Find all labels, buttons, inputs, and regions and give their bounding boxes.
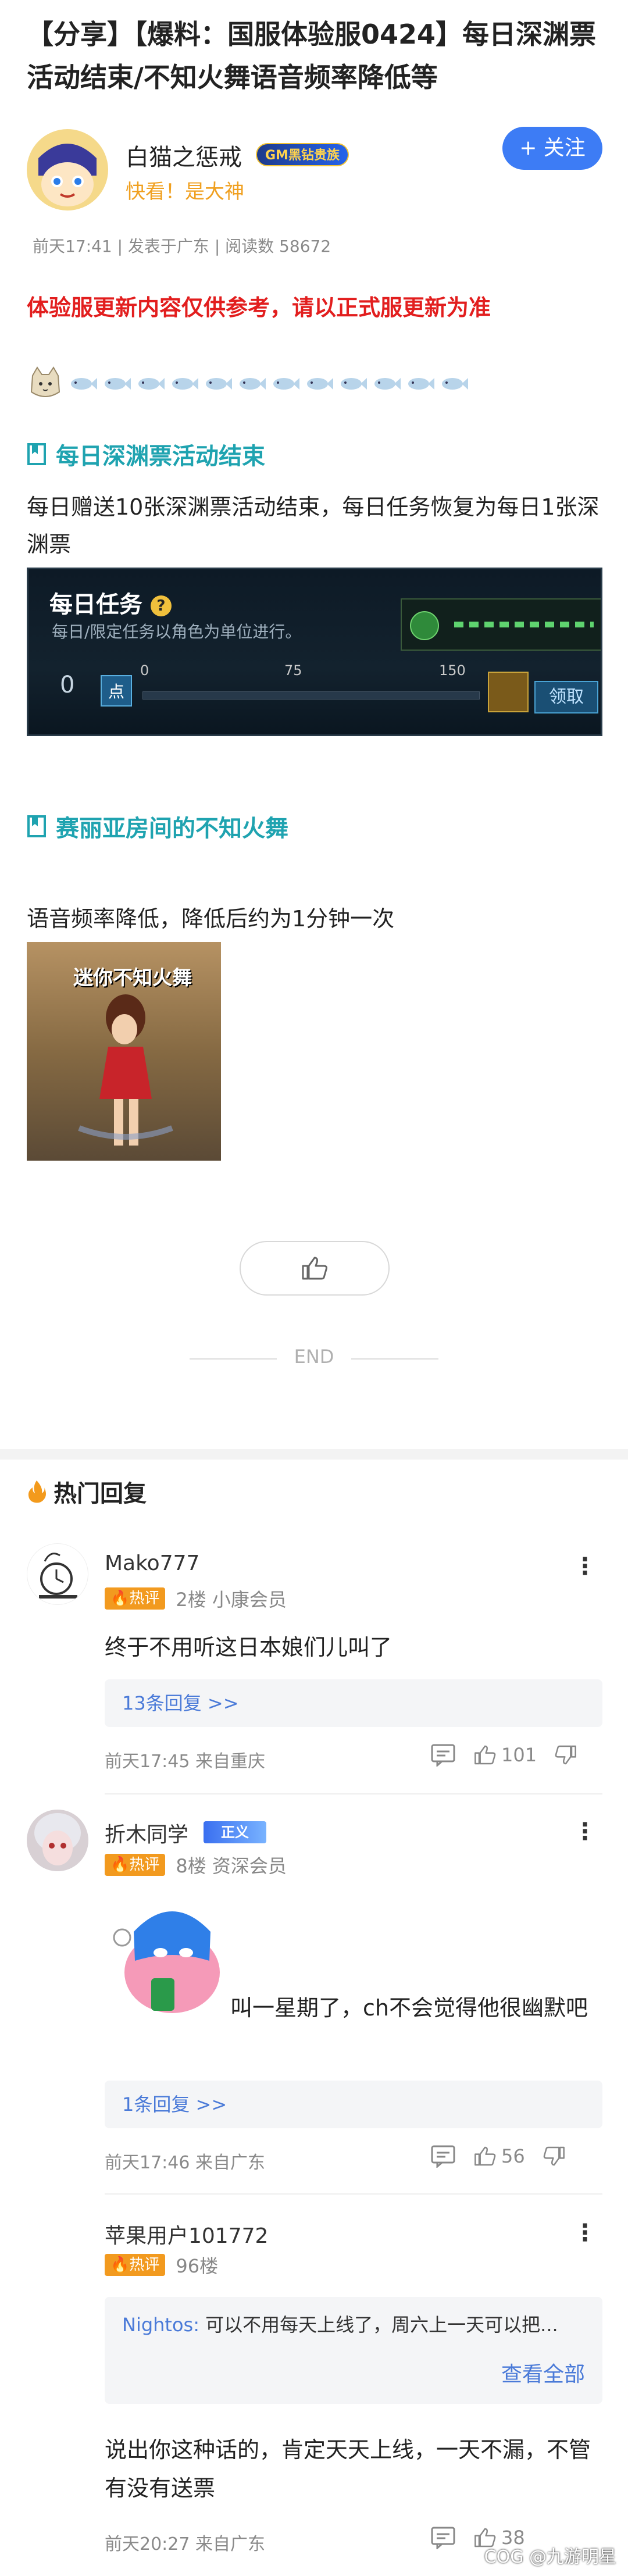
commenter-name[interactable]: Mako777 bbox=[105, 1551, 199, 1575]
tick-label: 75 bbox=[284, 662, 302, 679]
tick-label: 150 bbox=[439, 662, 466, 679]
fish-emoji-icon bbox=[138, 378, 165, 390]
author-name[interactable]: 白猫之惩戒 bbox=[126, 138, 242, 172]
comment-separator bbox=[105, 2193, 602, 2195]
view-replies-link[interactable]: 13条回复 >> bbox=[105, 1679, 602, 1727]
avatar[interactable] bbox=[27, 1543, 88, 1605]
follow-button[interactable]: + 关注 bbox=[502, 127, 602, 170]
thumbs-down-icon[interactable] bbox=[543, 2145, 566, 2167]
quoted-reply[interactable]: Nightos: 可以不用每天上线了，周六上一天可以把... 查看全部 bbox=[105, 2297, 602, 2404]
author-badge: GM黑钻贵族 bbox=[256, 143, 349, 166]
comment-tags: 🔥热评 96楼 bbox=[105, 2252, 218, 2278]
more-options-icon[interactable]: ⋮ bbox=[573, 2221, 597, 2245]
fish-emoji-icon bbox=[240, 378, 266, 390]
comment-tags: 🔥热评 2楼 小康会员 bbox=[105, 1585, 287, 1612]
section-heading: 每日深渊票活动结束 bbox=[27, 437, 265, 471]
view-replies-link[interactable]: 1条回复 >> bbox=[105, 2081, 602, 2128]
comment-actions: 101 bbox=[430, 1743, 577, 1767]
game-zero-label: 0 bbox=[60, 672, 75, 698]
fish-emoji-icon bbox=[408, 378, 434, 390]
game-task-title: 每日任务 bbox=[49, 591, 142, 618]
more-options-icon[interactable]: ⋮ bbox=[573, 1555, 597, 1578]
comment-text: 叫一星期了，ch不会觉得他很幽默吧 bbox=[230, 1995, 588, 2021]
avatar[interactable] bbox=[27, 1810, 88, 1871]
author-avatar[interactable] bbox=[27, 129, 108, 210]
like-button[interactable] bbox=[240, 1241, 390, 1296]
thumbs-down-icon[interactable] bbox=[554, 1744, 577, 1766]
comment-meta: 前天20:27 来自广东 bbox=[105, 2534, 265, 2554]
end-divider-right bbox=[351, 1358, 438, 1360]
thumbs-up-icon[interactable] bbox=[473, 2145, 497, 2167]
dancer-figure bbox=[78, 994, 173, 1146]
post-title: 【分享】【爆料：国服体验服0424】每日深渊票活动结束/不知火舞语音频率降低等 bbox=[27, 19, 597, 93]
hot-replies-title: 热门回复 bbox=[27, 1475, 147, 1508]
section-divider bbox=[0, 1449, 628, 1460]
fish-emoji-icon bbox=[442, 378, 468, 390]
section-heading: 赛丽亚房间的不知火舞 bbox=[27, 809, 288, 843]
thumbs-up-icon bbox=[302, 1257, 327, 1280]
end-label: END bbox=[294, 1346, 334, 1368]
game-reward-icon bbox=[488, 672, 529, 712]
thumbs-up-icon[interactable] bbox=[473, 1744, 497, 1766]
fish-emoji-icon bbox=[172, 378, 198, 390]
comment-separator bbox=[105, 1793, 602, 1794]
watermark: COG @九游明星 bbox=[484, 2547, 616, 2567]
mai-shiranui-gif[interactable]: 迷你不知火舞 bbox=[27, 942, 221, 1161]
comment-floor: 2楼 小康会员 bbox=[176, 1589, 287, 1611]
flame-icon bbox=[28, 1480, 46, 1503]
fish-emoji-icon bbox=[341, 378, 367, 390]
emoji-row bbox=[27, 362, 469, 406]
author-subtitle: 快看！是大神 bbox=[126, 180, 244, 204]
fish-emoji-icon bbox=[71, 378, 97, 390]
comment-floor: 96楼 bbox=[176, 2255, 219, 2277]
bookmark-icon bbox=[27, 443, 46, 465]
hot-comment-badge: 🔥热评 bbox=[105, 1587, 166, 1610]
comment-text: 说出你这种话的，肯定天天上线，一天不漏，不管有没有送票 bbox=[105, 2437, 591, 2501]
reply-icon[interactable] bbox=[430, 2145, 456, 2168]
section-heading-text: 赛丽亚房间的不知火舞 bbox=[56, 815, 288, 842]
comment-text: 终于不用听这日本娘们儿叫了 bbox=[105, 1635, 392, 1660]
section-heading-text: 每日深渊票活动结束 bbox=[56, 443, 265, 470]
section-text: 语音频率降低，降低后约为1分钟一次 bbox=[27, 906, 395, 932]
user-badge: 正义 bbox=[204, 1821, 266, 1843]
fish-emoji-icon bbox=[206, 378, 232, 390]
quote-user[interactable]: Nightos: bbox=[122, 2314, 199, 2336]
daily-task-screenshot[interactable]: 每日任务 ? 每日/限定任务以角色为单位进行。 0 点 0 75 150 领取 bbox=[27, 568, 602, 736]
more-options-icon[interactable]: ⋮ bbox=[573, 1820, 597, 1843]
section-text: 每日赠送10张深渊票活动结束，每日任务恢复为每日1张深渊票 bbox=[27, 494, 600, 557]
comment-meta: 前天17:45 来自重庆 bbox=[105, 1751, 265, 1772]
game-task-subtitle: 每日/限定任务以角色为单位进行。 bbox=[52, 622, 302, 641]
like-count: 101 bbox=[501, 1744, 537, 1766]
hot-replies-title-text: 热门回复 bbox=[53, 1480, 147, 1507]
help-icon: ? bbox=[150, 595, 172, 616]
fish-emoji-icon bbox=[374, 378, 401, 390]
cat-emoji-icon bbox=[30, 366, 60, 397]
commenter-name[interactable]: 折木同学 bbox=[105, 1818, 188, 1848]
comment-actions: 56 bbox=[430, 2145, 566, 2168]
game-lightning-icon bbox=[410, 611, 439, 640]
commenter-name[interactable]: 苹果用户101772 bbox=[105, 2219, 268, 2249]
game-point-box: 点 bbox=[101, 675, 132, 707]
tick-label: 0 bbox=[140, 662, 149, 679]
bookmark-icon bbox=[27, 815, 46, 837]
quote-text: 可以不用每天上线了，周六上一天可以把... bbox=[205, 2314, 558, 2336]
fish-emoji-icon bbox=[307, 378, 333, 390]
reply-icon[interactable] bbox=[430, 1743, 456, 1767]
hot-comment-badge: 🔥热评 bbox=[105, 2254, 166, 2276]
game-progress-panel bbox=[401, 598, 601, 651]
game-progress-bar bbox=[142, 691, 480, 700]
comment-tags: 🔥热评 8楼 资深会员 bbox=[105, 1851, 287, 1878]
fish-emoji-icon bbox=[105, 378, 131, 390]
comment-meta: 前天17:46 来自广东 bbox=[105, 2153, 265, 2173]
fish-emoji-icon bbox=[273, 378, 299, 390]
game-claim-button: 领取 bbox=[534, 681, 598, 713]
post-meta: 前天17:41 | 发表于广东 | 阅读数 58672 bbox=[33, 237, 331, 256]
comment-floor: 8楼 资深会员 bbox=[176, 1855, 287, 1877]
reply-icon[interactable] bbox=[430, 2526, 456, 2549]
hot-comment-badge: 🔥热评 bbox=[105, 1854, 166, 1876]
like-count: 56 bbox=[501, 2145, 525, 2167]
update-notice: 体验服更新内容仅供参考，请以正式服更新为准 bbox=[27, 295, 491, 320]
view-all-link[interactable]: 查看全部 bbox=[501, 2357, 585, 2388]
